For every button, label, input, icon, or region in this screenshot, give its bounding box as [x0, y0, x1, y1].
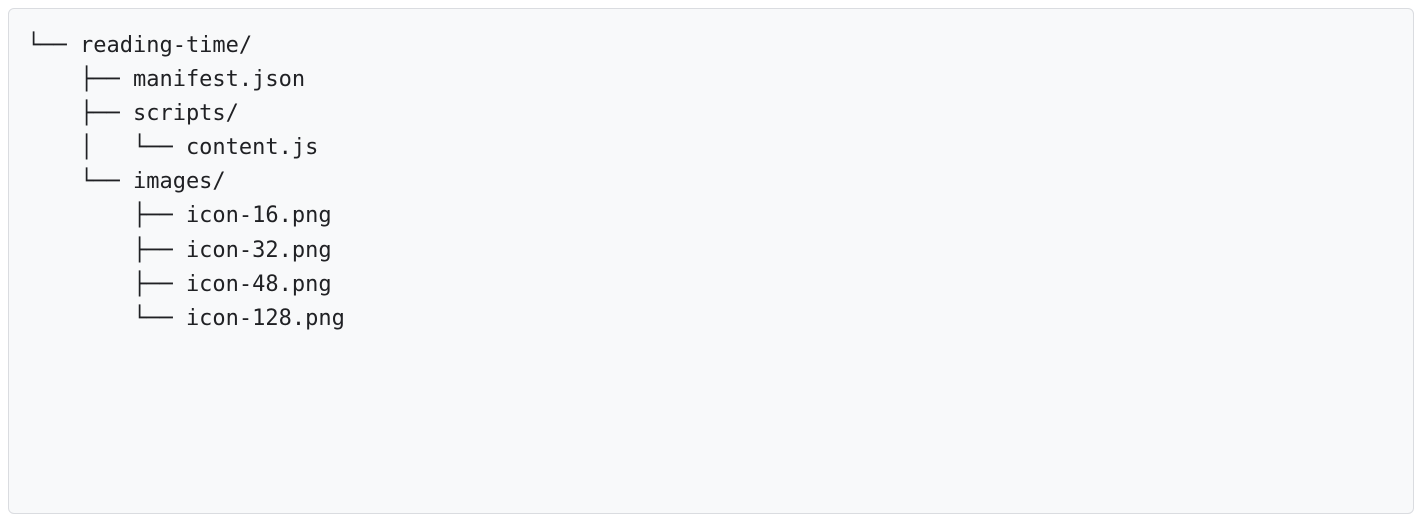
tree-line-icon-48: ├── icon-48.png [27, 272, 332, 297]
tree-line-icon-32: ├── icon-32.png [27, 238, 332, 263]
directory-tree: └── reading-time/ ├── manifest.json ├── … [8, 8, 1414, 514]
tree-line-scripts: ├── scripts/ [27, 101, 239, 126]
tree-line-content: │ └── content.js [27, 135, 318, 160]
tree-line-icon-128: └── icon-128.png [27, 306, 345, 331]
tree-line-images: └── images/ [27, 169, 226, 194]
tree-line-icon-16: ├── icon-16.png [27, 203, 332, 228]
tree-line-root: └── reading-time/ [27, 33, 252, 58]
tree-line-manifest: ├── manifest.json [27, 67, 305, 92]
